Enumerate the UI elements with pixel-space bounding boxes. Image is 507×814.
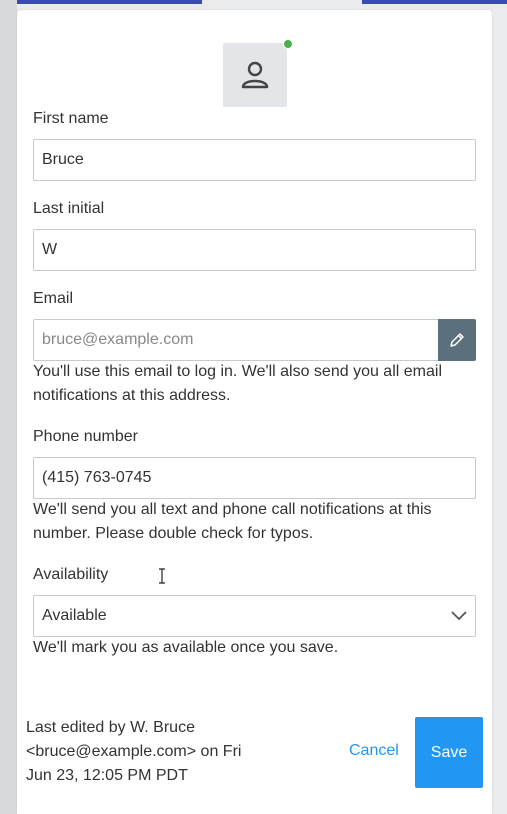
edit-email-button[interactable]: [438, 319, 476, 361]
background-edge: [0, 0, 17, 814]
last-initial-label: Last initial: [33, 200, 105, 217]
top-bar-gap: [202, 0, 362, 4]
person-icon: [241, 61, 269, 89]
save-button[interactable]: Save: [415, 717, 483, 788]
profile-panel: First name Last initial Email You'll use…: [17, 10, 492, 814]
phone-input[interactable]: [33, 457, 476, 499]
cancel-button[interactable]: Cancel: [349, 742, 399, 760]
chevron-down-icon: [451, 611, 467, 621]
email-input[interactable]: [33, 319, 439, 361]
phone-help-text: We'll send you all text and phone call n…: [33, 501, 432, 542]
avatar[interactable]: [223, 43, 287, 107]
availability-select[interactable]: Available: [33, 595, 476, 637]
first-name-label: First name: [33, 110, 109, 127]
last-edited-text: Last edited by W. Bruce <bruce@example.c…: [26, 719, 242, 784]
top-accent-bar: [0, 0, 507, 4]
online-status-dot: [283, 39, 293, 49]
email-label: Email: [33, 290, 74, 307]
last-initial-input[interactable]: [33, 229, 476, 271]
phone-label: Phone number: [33, 428, 138, 445]
email-help-text: You'll use this email to log in. We'll a…: [33, 363, 442, 404]
availability-selected-value: Available: [42, 607, 107, 624]
availability-label: Availability: [33, 566, 109, 583]
pencil-icon: [450, 333, 464, 347]
first-name-input[interactable]: [33, 139, 476, 181]
availability-help-text: We'll mark you as available once you sav…: [33, 639, 339, 656]
text-cursor-icon: [159, 568, 165, 584]
